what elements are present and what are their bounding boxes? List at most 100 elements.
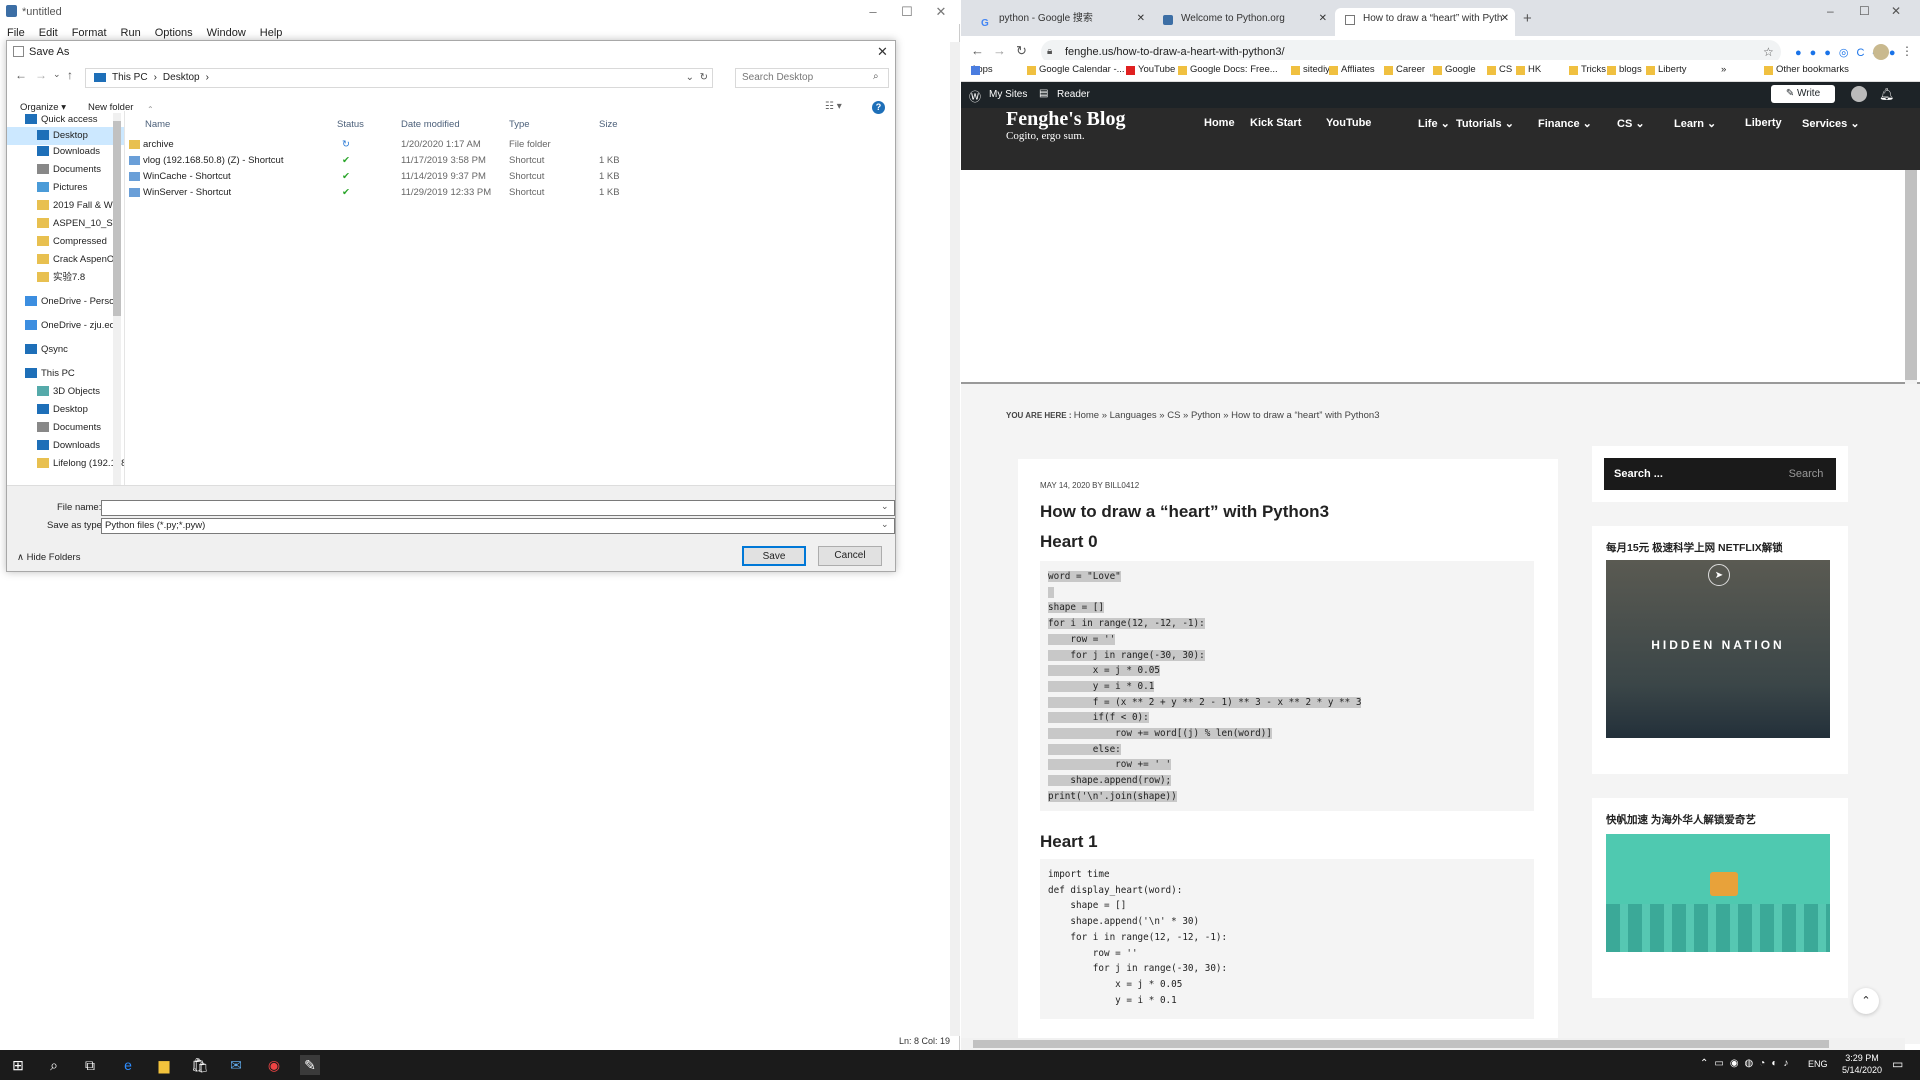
tree-item[interactable]: Crack AspenON <box>7 251 124 269</box>
dialog-close-icon[interactable]: ✕ <box>877 44 888 60</box>
tree-item[interactable]: 实验7.8 <box>7 269 124 287</box>
idle-taskbar-icon[interactable]: ✎ <box>300 1055 320 1075</box>
breadcrumb-this-pc[interactable]: This PC <box>112 72 148 83</box>
minimize-icon[interactable]: – <box>858 4 888 20</box>
file-row[interactable]: WinServer - Shortcut ✔ 11/29/2019 12:33 PM… <box>127 185 727 201</box>
close-icon[interactable]: ✕ <box>1891 4 1901 18</box>
breadcrumb-desktop[interactable]: Desktop <box>163 72 200 83</box>
file-explorer-icon[interactable]: ▆ <box>154 1055 174 1075</box>
tab-close-icon[interactable]: ✕ <box>1137 8 1145 30</box>
chrome-icon[interactable]: ◉ <box>264 1055 284 1075</box>
task-view-icon[interactable]: ⧉ <box>80 1055 100 1075</box>
bookmark-item[interactable]: sitediy <box>1303 64 1330 75</box>
up-arrow-icon[interactable]: ↑ <box>67 68 73 82</box>
bookmark-item[interactable]: » <box>1721 64 1726 75</box>
tree-item[interactable]: Downloads <box>7 143 124 161</box>
close-icon[interactable]: ✕ <box>926 4 956 20</box>
bookmark-item[interactable]: Career <box>1396 64 1425 75</box>
ad2-banner[interactable] <box>1606 834 1830 952</box>
back-arrow-icon[interactable]: ← <box>15 68 27 82</box>
tree-scrollbar[interactable] <box>113 113 121 485</box>
recent-chevron-icon[interactable]: ⌄ <box>53 69 61 80</box>
bookmark-item[interactable]: Google <box>1445 64 1476 75</box>
column-type[interactable]: Type <box>509 119 530 135</box>
bookmark-item[interactable]: Google Docs: Free... <box>1190 64 1278 75</box>
tree-item[interactable]: Documents <box>7 419 124 437</box>
file-row[interactable]: archive ↻ 1/20/2020 1:17 AM File folder <box>127 137 727 153</box>
tree-item[interactable]: Downloads <box>7 437 124 455</box>
bookmark-item[interactable]: blogs <box>1619 64 1642 75</box>
tree-item[interactable]: OneDrive - zju.edu <box>7 317 124 335</box>
code-block-heart-1[interactable]: import time def display_heart(word): sha… <box>1040 859 1534 1019</box>
tree-item[interactable]: 3D Objects <box>7 383 124 401</box>
nav-item[interactable]: Learn ⌄ <box>1674 117 1716 130</box>
search-desktop-input[interactable]: Search Desktop <box>735 68 889 88</box>
tab-fenghe-heart[interactable]: How to draw a “heart” with Pyth ✕ <box>1335 8 1515 36</box>
tab-google-search[interactable]: G python - Google 搜索 ✕ <box>971 8 1151 36</box>
sidebar-search-button[interactable]: Search <box>1776 458 1836 490</box>
input-language[interactable]: ENG <box>1808 1059 1828 1069</box>
save-type-dropdown-icon[interactable]: ⌄ <box>881 519 889 530</box>
system-tray-icons[interactable]: ⌃▭◉◍◔◐♪ <box>1700 1058 1794 1069</box>
bookmark-item[interactable]: Google Calendar -... <box>1039 64 1125 75</box>
nav-item[interactable]: Finance ⌄ <box>1538 117 1592 130</box>
nav-item[interactable]: Kick Start <box>1250 117 1301 129</box>
tree-item[interactable]: Compressed <box>7 233 124 251</box>
horizontal-scrollbar[interactable] <box>961 1038 1905 1050</box>
save-button[interactable]: Save <box>742 546 806 566</box>
nav-item[interactable]: Services ⌄ <box>1802 117 1860 130</box>
profile-avatar[interactable] <box>1873 44 1889 60</box>
nav-item[interactable]: Home <box>1204 117 1235 129</box>
tree-item[interactable]: Documents <box>7 161 124 179</box>
file-name-dropdown-icon[interactable]: ⌄ <box>881 501 889 512</box>
minimize-icon[interactable]: – <box>1827 4 1834 18</box>
sidebar-search-input[interactable]: Search ... <box>1604 458 1776 490</box>
nav-item[interactable]: YouTube <box>1326 117 1371 129</box>
forward-icon[interactable]: → <box>993 43 1006 58</box>
cancel-button[interactable]: Cancel <box>818 546 882 566</box>
ad1-banner[interactable]: ➤ HIDDEN NATION <box>1606 560 1830 738</box>
tree-item[interactable]: Desktop <box>7 401 124 419</box>
tree-item[interactable]: This PC <box>7 365 124 383</box>
tree-item[interactable]: OneDrive - Persor <box>7 293 124 311</box>
breadcrumb-item[interactable]: CS <box>1167 410 1180 421</box>
maximize-icon[interactable]: ☐ <box>892 4 922 20</box>
bookmark-item[interactable]: CS <box>1499 64 1512 75</box>
nav-item[interactable]: Tutorials ⌄ <box>1456 117 1514 130</box>
bookmark-item[interactable]: Tricks <box>1581 64 1606 75</box>
store-icon[interactable]: 🛍︎ <box>190 1055 210 1075</box>
action-center-icon[interactable]: ▭ <box>1892 1057 1903 1071</box>
nav-item[interactable]: CS ⌄ <box>1617 117 1645 130</box>
search-icon[interactable]: ⌕ <box>44 1055 64 1075</box>
tree-item[interactable]: 2019 Fall & W <box>7 197 124 215</box>
tab-close-icon[interactable]: ✕ <box>1501 8 1509 30</box>
tree-item[interactable]: Qsync <box>7 341 124 359</box>
back-icon[interactable]: ← <box>971 43 984 58</box>
clock-date[interactable]: 5/14/2020 <box>1840 1065 1884 1075</box>
column-name[interactable]: Name <box>145 119 170 135</box>
scroll-to-top-icon[interactable]: ⌃ <box>1853 988 1879 1014</box>
bookmark-item[interactable]: HK <box>1528 64 1541 75</box>
file-row[interactable]: WinCache - Shortcut ✔ 11/14/2019 9:37 PM Sh… <box>127 169 727 185</box>
address-path[interactable]: This PC › Desktop › ⌄ ↻ <box>85 68 713 88</box>
nav-item[interactable]: Liberty <box>1745 117 1782 129</box>
tab-close-icon[interactable]: ✕ <box>1319 8 1327 30</box>
code-block-heart-0[interactable]: word = "Love" shape = [] for i in range(… <box>1040 561 1534 811</box>
clock-time[interactable]: 3:29 PM <box>1840 1053 1884 1063</box>
address-dropdown-icon[interactable]: ⌄ <box>686 69 694 87</box>
column-size[interactable]: Size <box>599 119 617 135</box>
bookmark-item[interactable]: YouTube <box>1138 64 1175 75</box>
bookmark-star-icon[interactable]: ☆ <box>1763 45 1774 59</box>
file-row[interactable]: vlog (192.168.50.8) (Z) - Shortcut ✔ 11/17… <box>127 153 727 169</box>
column-date-modified[interactable]: Date modified <box>401 119 460 135</box>
breadcrumb-item[interactable]: Languages <box>1110 410 1157 421</box>
breadcrumb-item[interactable]: Home <box>1074 410 1099 421</box>
maximize-icon[interactable]: ☐ <box>1859 4 1870 18</box>
breadcrumb-item[interactable]: Python <box>1191 410 1221 421</box>
hide-folders-toggle[interactable]: ∧ Hide Folders <box>17 552 80 563</box>
save-type-select[interactable]: Python files (*.py;*.pyw) <box>101 518 895 534</box>
bookmark-item[interactable]: Liberty <box>1658 64 1687 75</box>
tab-python-org[interactable]: Welcome to Python.org ✕ <box>1153 8 1333 36</box>
bookmark-item[interactable]: Affliates <box>1341 64 1375 75</box>
refresh-icon[interactable]: ↻ <box>700 69 708 87</box>
